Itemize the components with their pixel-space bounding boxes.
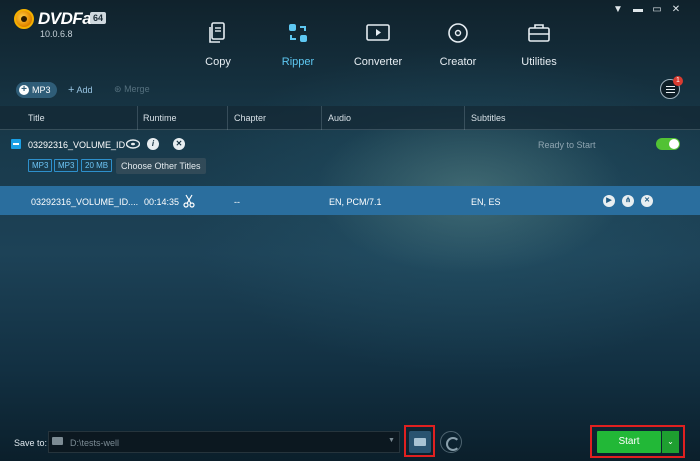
app-edition-badge: 64 (90, 12, 107, 24)
minimize-icon[interactable]: ▬ (632, 4, 644, 16)
creator-icon (448, 23, 468, 43)
profile-label: MP3 (32, 85, 51, 95)
row-chapter: -- (234, 197, 240, 207)
list-icon-line (666, 92, 675, 93)
column-audio[interactable]: Audio (328, 113, 351, 123)
row-runtime: 00:14:35 (144, 197, 180, 207)
source-status: Ready to Start (538, 140, 596, 150)
play-preview-icon[interactable]: ▶ (603, 195, 615, 207)
column-subtitles[interactable]: Subtitles (471, 113, 506, 123)
nav-creator-label: Creator (439, 56, 477, 68)
audio-tag[interactable]: MP3 (54, 159, 79, 172)
info-icon[interactable]: i (147, 138, 159, 150)
list-icon (666, 86, 675, 87)
merge-label: Merge (124, 84, 150, 94)
column-chapter[interactable]: Chapter (234, 113, 266, 123)
plus-circle-icon: + (19, 85, 29, 95)
row-audio[interactable]: EN, PCM/7.1 (329, 197, 382, 207)
bluray-disc-icon (126, 139, 140, 149)
add-button[interactable]: + Add (68, 84, 92, 96)
copy-icon (209, 22, 225, 43)
highlight-box (590, 425, 685, 458)
converter-icon (366, 24, 390, 41)
dvdfab-logo-icon (14, 9, 34, 29)
merge-button[interactable]: ⊛ Merge (114, 84, 150, 95)
restore-icon[interactable]: ▭ (651, 4, 663, 16)
column-divider (464, 106, 465, 130)
list-icon-line (666, 89, 675, 90)
refresh-icon[interactable] (440, 431, 462, 453)
nav-utilities[interactable]: Utilities (494, 22, 584, 72)
nav-creator[interactable]: Creator (413, 22, 503, 72)
merge-icon: ⊛ (114, 84, 122, 94)
plus-icon: + (68, 84, 75, 96)
source-title: 03292316_VOLUME_ID (28, 140, 126, 150)
nav-copy[interactable]: Copy (173, 22, 263, 72)
nav-utilities-label: Utilities (521, 56, 557, 68)
chevron-down-icon[interactable]: ▼ (388, 437, 395, 444)
column-runtime[interactable]: Runtime (143, 113, 177, 123)
ripper-icon (289, 24, 307, 42)
save-to-label: Save to: (14, 438, 48, 448)
column-divider (227, 106, 228, 130)
remove-title-icon[interactable]: ✕ (641, 195, 653, 207)
save-path-value: D:\tests-well (70, 438, 120, 448)
nav-copy-label: Copy (205, 56, 231, 68)
highlight-box (404, 425, 435, 457)
pin-icon[interactable]: ▼ (612, 4, 624, 16)
row-subtitles[interactable]: EN, ES (471, 197, 501, 207)
source-enable-toggle[interactable] (656, 138, 680, 150)
nav-converter[interactable]: Converter (333, 22, 423, 72)
settings-icon[interactable]: ⋔ (622, 195, 634, 207)
column-title[interactable]: Title (28, 113, 45, 123)
size-tag[interactable]: 20 MB (81, 159, 113, 172)
column-divider (137, 106, 138, 130)
utilities-icon (528, 24, 550, 42)
row-title: 03292316_VOLUME_ID.... (31, 197, 139, 207)
column-divider (321, 106, 322, 130)
format-tag[interactable]: MP3 (28, 159, 53, 172)
choose-other-titles-button[interactable]: Choose Other Titles (116, 158, 206, 174)
profile-selector-button[interactable]: + MP3 (16, 82, 57, 98)
nav-ripper[interactable]: Ripper (253, 22, 343, 72)
nav-converter-label: Converter (353, 56, 403, 68)
nav-ripper-label: Ripper (281, 56, 315, 68)
folder-small-icon (52, 437, 63, 445)
close-window-icon[interactable]: ✕ (670, 4, 682, 16)
scissors-icon[interactable] (183, 194, 195, 208)
add-label: Add (76, 85, 93, 95)
remove-source-icon[interactable]: ✕ (173, 138, 185, 150)
task-count-badge: 1 (673, 76, 683, 86)
app-version: 10.0.6.8 (40, 29, 73, 39)
source-collapse-checkbox[interactable] (11, 139, 21, 149)
